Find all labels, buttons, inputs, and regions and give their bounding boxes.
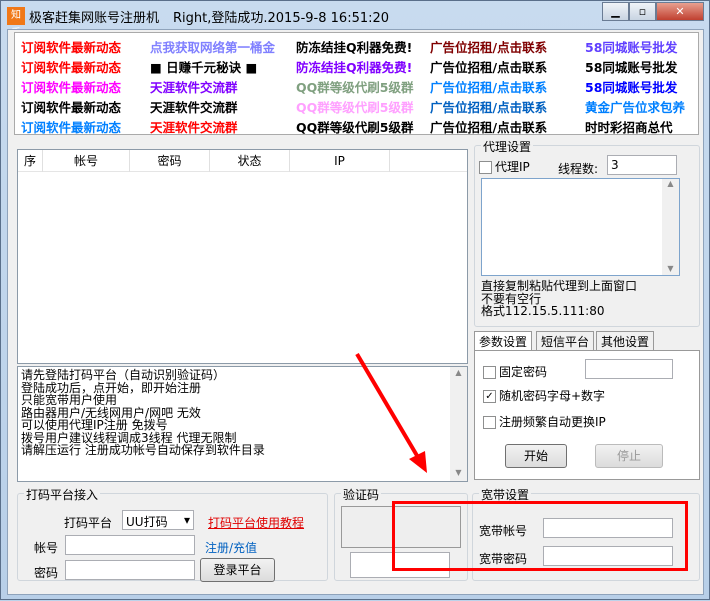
main-window: 知乎 极客赶集网账号注册机Right,登陆成功.2015-9-8 16:51:2… — [0, 0, 710, 600]
annotation-arrow-icon — [355, 352, 427, 473]
